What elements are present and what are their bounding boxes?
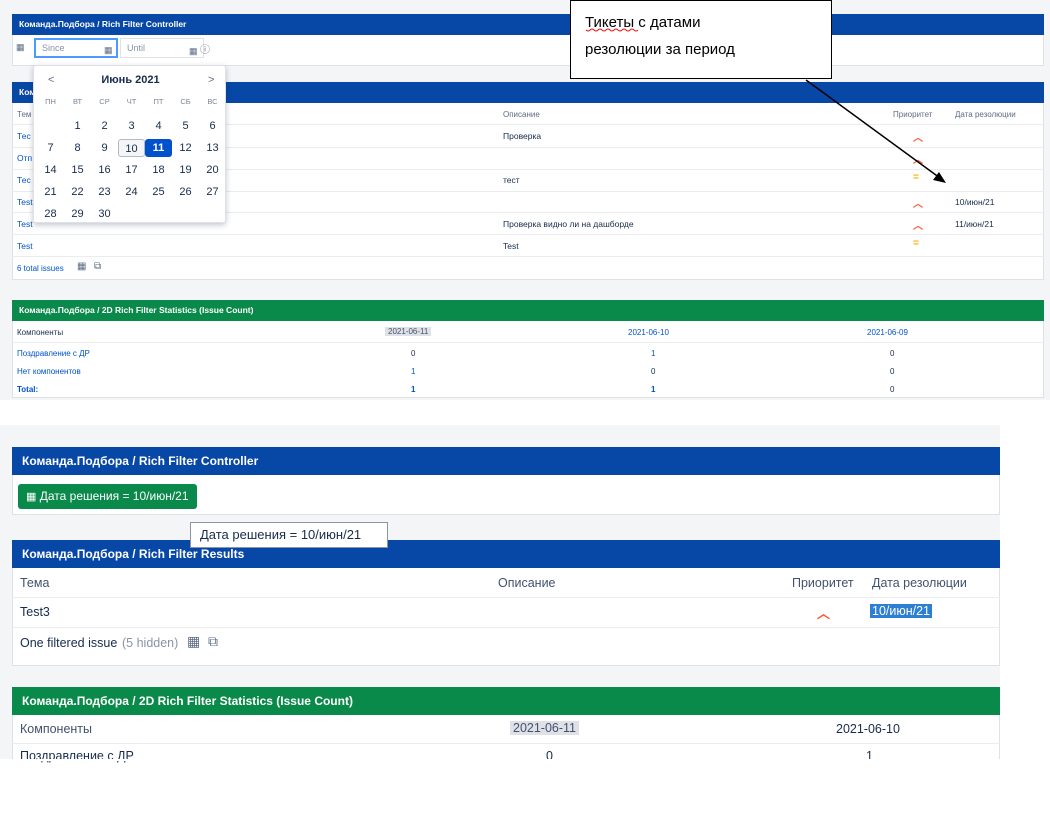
stats-col-components: Компоненты: [20, 722, 93, 736]
controller-header: Команда.Подбора / Rich Filter Controller: [12, 447, 1000, 475]
stats-col-date[interactable]: 2021-06-10: [836, 722, 900, 736]
col-topic: Тема: [20, 576, 50, 590]
table-row-topic[interactable]: Test3: [20, 605, 50, 619]
col-description: Описание: [498, 576, 556, 590]
col-resolution: Дата резолюции: [872, 576, 967, 590]
results-header: Команда.Подбора / Rich Filter Results: [12, 540, 1000, 568]
table-view-icon[interactable]: ▦: [187, 633, 200, 650]
filtered-issue-link[interactable]: One filtered issue: [20, 636, 117, 650]
filter-tooltip: Дата решения = 10/июн/21: [190, 522, 388, 548]
col-priority: Приоритет: [792, 576, 854, 590]
export-icon[interactable]: ⧉: [208, 633, 218, 650]
annotation-arrow: [585, 28, 946, 183]
stats-col-date[interactable]: 2021-06-11: [510, 721, 580, 735]
priority-high-icon: ︿: [817, 606, 831, 621]
stats-header: Команда.Подбора / 2D Rich Filter Statist…: [12, 687, 1000, 715]
bottom-screenshot: Команда.Подбора / Rich Filter Controller…: [0, 425, 1000, 763]
table-row-resolution: 10/июн/21: [870, 604, 933, 618]
calendar-icon: ▦: [26, 491, 37, 503]
active-filter-chip[interactable]: ▦ Дата решения = 10/июн/21: [18, 484, 197, 509]
hidden-count: (5 hidden): [122, 636, 179, 650]
